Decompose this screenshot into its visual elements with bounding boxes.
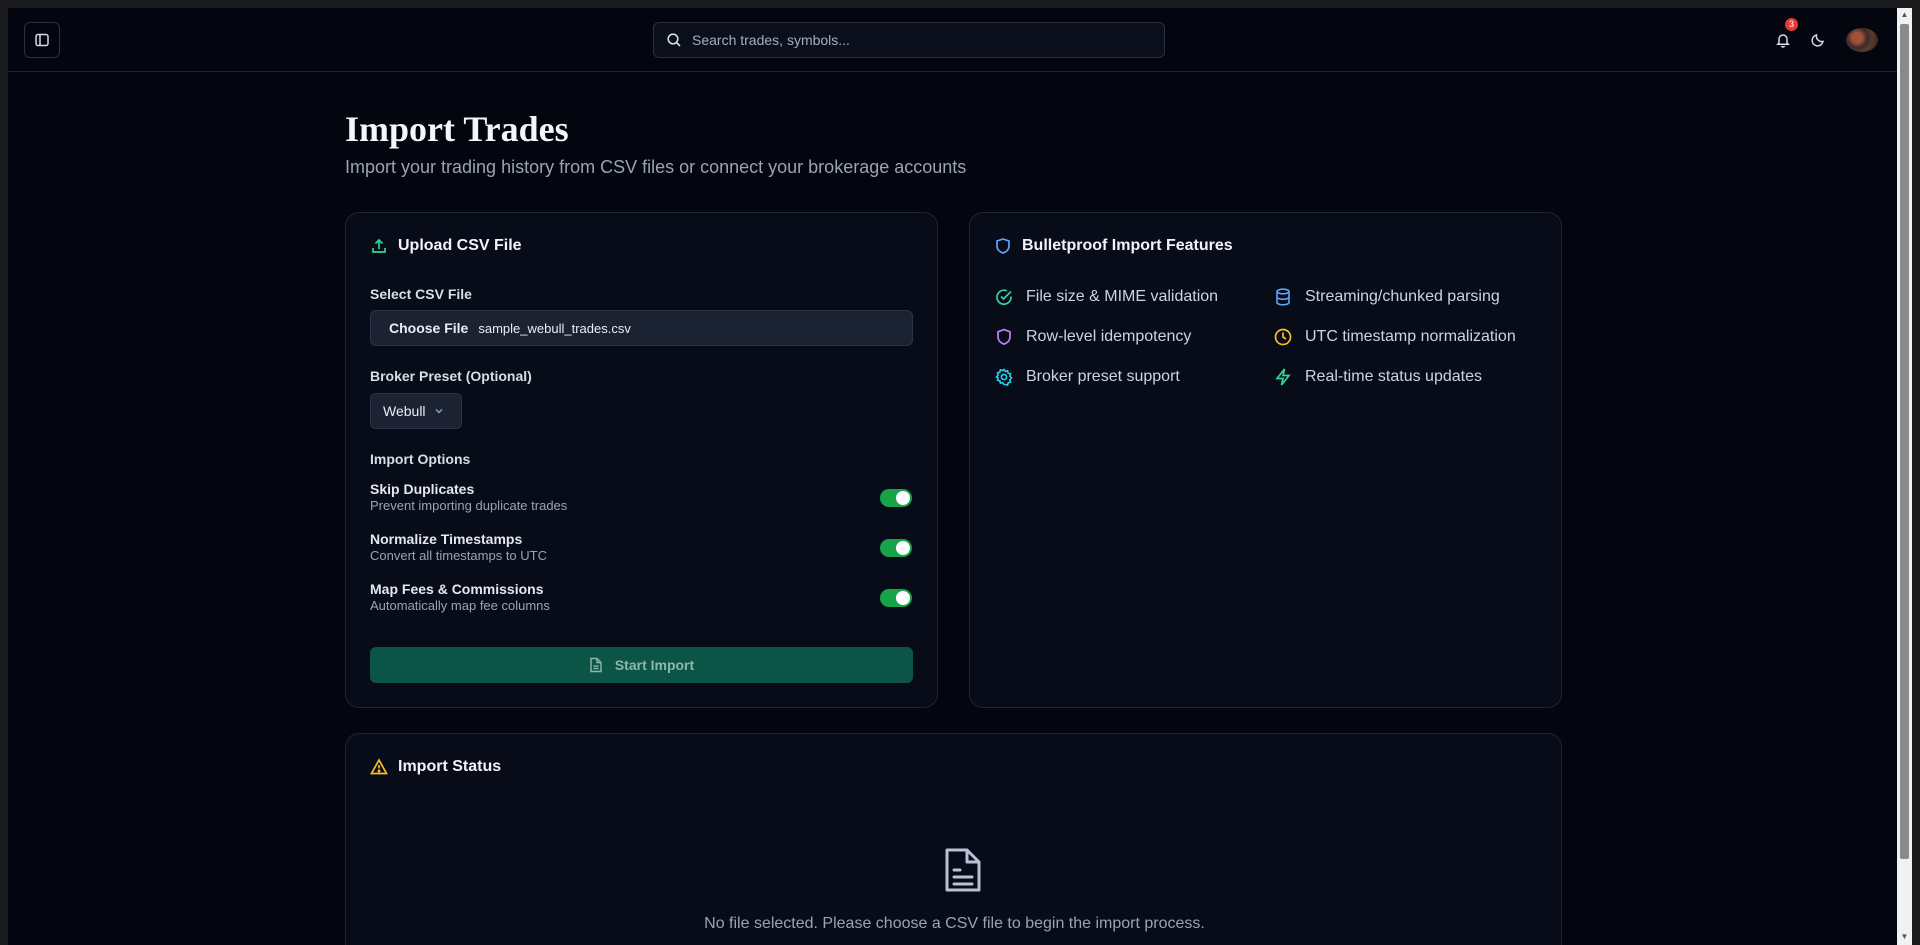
feature-label: Real-time status updates — [1305, 368, 1482, 385]
features-card-header: Bulletproof Import Features — [994, 237, 1233, 255]
feature-label: Broker preset support — [1026, 368, 1180, 385]
normalize-timestamps-toggle[interactable] — [880, 539, 912, 557]
upload-card-title: Upload CSV File — [398, 237, 522, 254]
broker-preset-label: Broker Preset (Optional) — [370, 368, 532, 384]
broker-preset-value: Webull — [383, 403, 426, 419]
search-icon — [667, 33, 681, 47]
import-options-label: Import Options — [370, 451, 471, 467]
page-title: Import Trades — [345, 109, 569, 149]
app-window: 3 Import Trades Import your trading hist… — [8, 8, 1905, 945]
start-import-button[interactable]: Start Import — [370, 647, 913, 683]
broker-preset-select[interactable]: Webull — [370, 393, 462, 429]
feature-item: Streaming/chunked parsing — [1273, 287, 1500, 307]
sidebar-toggle-icon — [35, 33, 49, 47]
choose-file-button[interactable]: Choose File — [389, 320, 468, 336]
status-card-title: Import Status — [398, 758, 502, 775]
empty-state-text: No file selected. Please choose a CSV fi… — [704, 915, 1205, 932]
feature-item: File size & MIME validation — [994, 287, 1218, 307]
features-card-title: Bulletproof Import Features — [1022, 237, 1233, 254]
feature-label: Streaming/chunked parsing — [1305, 288, 1500, 305]
database-icon — [1276, 288, 1290, 306]
theme-toggle-button[interactable] — [1808, 30, 1828, 50]
feature-item: UTC timestamp normalization — [1273, 327, 1516, 347]
option-description: Automatically map fee columns — [370, 598, 550, 613]
search-input[interactable] — [692, 32, 1132, 48]
upload-card: Upload CSV File Select CSV File Choose F… — [345, 212, 938, 708]
status-card-header: Import Status — [370, 758, 501, 776]
option-description: Prevent importing duplicate trades — [370, 498, 568, 513]
selected-file-name: sample_webull_trades.csv — [478, 320, 631, 336]
upload-icon — [372, 238, 386, 253]
scroll-up-arrow-icon[interactable]: ▲ — [1900, 10, 1909, 20]
scroll-down-arrow-icon[interactable]: ▼ — [1900, 932, 1909, 942]
file-icon — [590, 657, 602, 673]
lightning-icon — [1275, 368, 1291, 386]
document-icon — [945, 848, 981, 892]
sidebar-toggle-button[interactable] — [24, 22, 60, 58]
feature-item: Broker preset support — [994, 367, 1180, 387]
file-input[interactable]: Choose File sample_webull_trades.csv — [370, 310, 913, 346]
feature-item: Real-time status updates — [1273, 367, 1482, 387]
select-file-label: Select CSV File — [370, 286, 472, 302]
option-description: Convert all timestamps to UTC — [370, 548, 547, 563]
start-import-label: Start Import — [614, 657, 695, 673]
chevron-down-icon — [435, 409, 443, 414]
import-status-card: Import Status No file selected. Please c… — [345, 733, 1562, 945]
features-card: Bulletproof Import Features File size & … — [969, 212, 1562, 708]
option-title: Normalize Timestamps — [370, 531, 523, 547]
upload-card-header: Upload CSV File — [370, 237, 522, 255]
scrollbar-thumb[interactable] — [1900, 24, 1909, 859]
feature-label: UTC timestamp normalization — [1305, 328, 1516, 345]
page-subtitle: Import your trading history from CSV fil… — [345, 157, 967, 177]
notification-badge: 3 — [1785, 18, 1798, 31]
feature-label: Row-level idempotency — [1026, 328, 1192, 345]
shield-icon — [997, 328, 1011, 346]
search-bar[interactable] — [653, 22, 1165, 58]
feature-label: File size & MIME validation — [1026, 288, 1219, 305]
notifications-button[interactable] — [1773, 30, 1793, 50]
warning-icon — [370, 758, 388, 775]
option-title: Skip Duplicates — [370, 481, 475, 497]
skip-duplicates-toggle[interactable] — [880, 489, 912, 507]
bell-icon — [1776, 34, 1790, 48]
option-title: Map Fees & Commissions — [370, 581, 544, 597]
top-bar: 3 — [8, 8, 1905, 72]
moon-icon — [1811, 34, 1824, 47]
map-fees-toggle[interactable] — [880, 589, 912, 607]
gear-icon — [995, 368, 1013, 387]
check-circle-icon — [996, 289, 1012, 306]
shield-icon — [996, 238, 1010, 254]
clock-icon — [1274, 328, 1292, 346]
avatar[interactable] — [1846, 28, 1878, 52]
feature-item: Row-level idempotency — [994, 327, 1191, 347]
